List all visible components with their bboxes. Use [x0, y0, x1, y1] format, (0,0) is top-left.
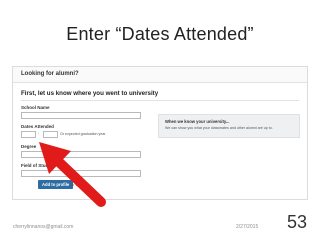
slide-number: 53	[287, 212, 308, 232]
footer-date: 2/27/2015	[236, 224, 259, 230]
field-of-study-label: Field of Study	[21, 163, 51, 168]
info-body: We can show you what your classmates and…	[165, 126, 273, 130]
screenshot-header: Looking for alumni?	[13, 67, 307, 83]
info-box: When we know your university... We can s…	[158, 114, 300, 138]
dates-attended-label: Dates Attended	[21, 124, 54, 129]
expected-graduation-text: Or expected graduation year	[60, 132, 106, 136]
degree-input[interactable]	[21, 151, 141, 158]
dates-to-select[interactable]	[43, 131, 58, 138]
cancel-link[interactable]: or Cancel	[71, 182, 88, 187]
add-to-profile-button[interactable]: Add to profile	[38, 180, 74, 189]
degree-label: Degree	[21, 144, 37, 149]
dates-from-select[interactable]	[21, 131, 36, 138]
dates-separator: -	[38, 131, 40, 135]
slide: Enter “Dates Attended” Looking for alumn…	[0, 0, 320, 240]
screenshot-question: First, let us know where you went to uni…	[21, 90, 159, 97]
footer-email: cherrylinnanos@gmail.com	[13, 224, 74, 230]
school-name-label: School Name	[21, 105, 50, 110]
embedded-screenshot: Looking for alumni? First, let us know w…	[12, 66, 308, 200]
slide-title: Enter “Dates Attended”	[66, 24, 254, 44]
info-title: When we know your university...	[165, 119, 230, 124]
divider	[21, 100, 299, 101]
school-name-input[interactable]	[21, 112, 141, 119]
field-of-study-input[interactable]	[21, 170, 141, 177]
